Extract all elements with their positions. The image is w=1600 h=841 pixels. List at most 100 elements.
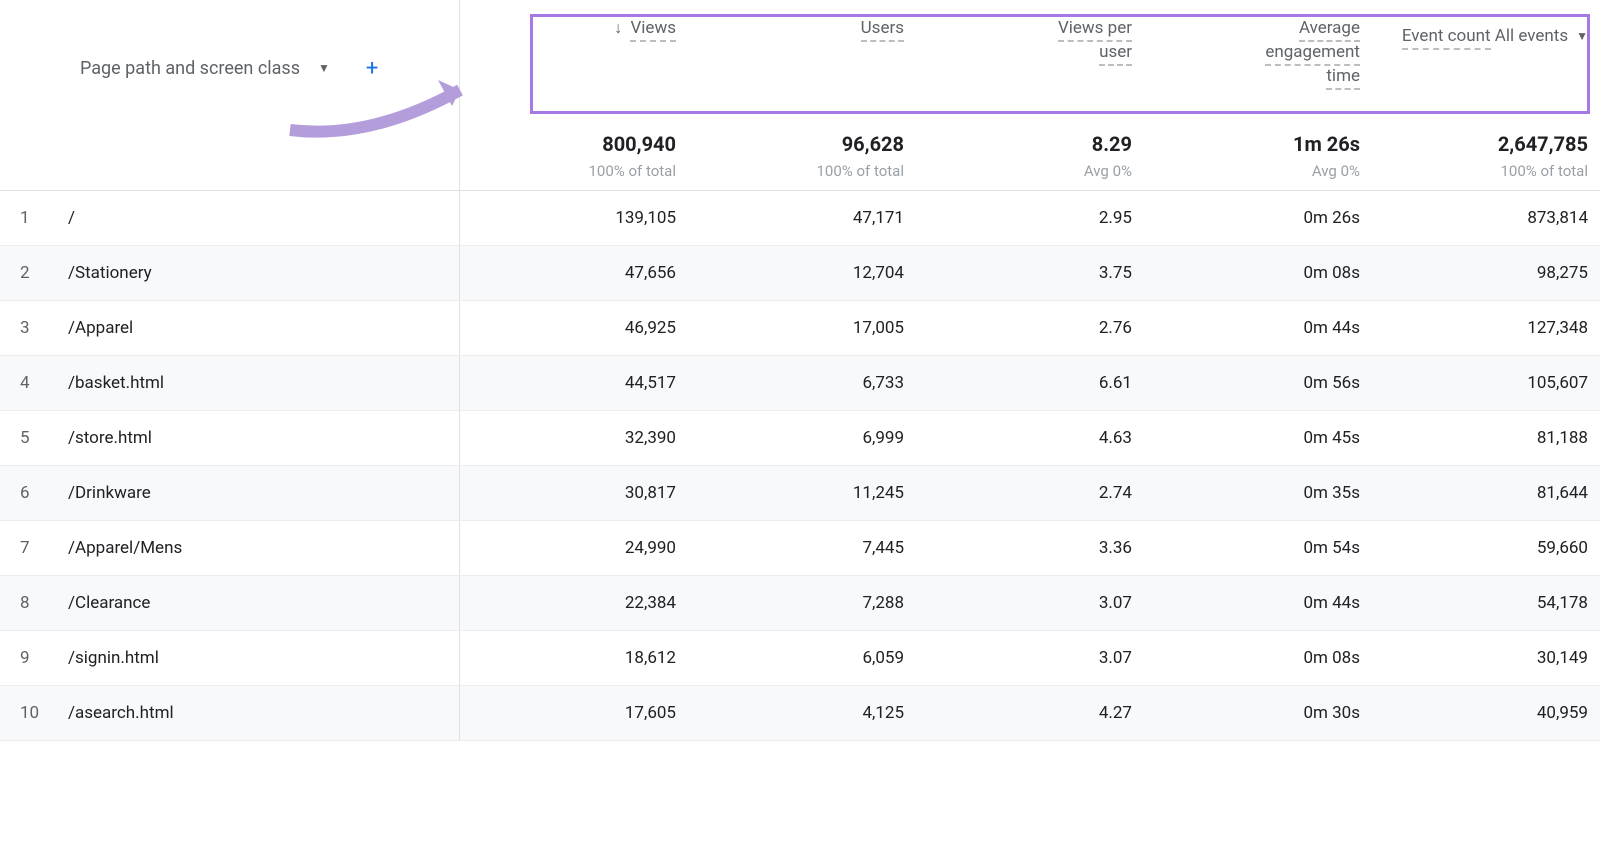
- cell-event-count: 81,644: [1372, 483, 1600, 503]
- row-dimension-value: /store.html: [68, 428, 152, 448]
- cell-event-count: 873,814: [1372, 208, 1600, 228]
- cell-event-count: 59,660: [1372, 538, 1600, 558]
- header-label: engagement: [1265, 42, 1360, 66]
- table-row[interactable]: 5 /store.html 32,390 6,999 4.63 0m 45s 8…: [0, 411, 1600, 466]
- row-index: 3: [20, 318, 68, 338]
- table-row[interactable]: 4 /basket.html 44,517 6,733 6.61 0m 56s …: [0, 356, 1600, 411]
- table-row[interactable]: 1 / 139,105 47,171 2.95 0m 26s 873,814: [0, 191, 1600, 246]
- cell-views-per-user: 2.74: [916, 483, 1144, 503]
- table-row[interactable]: 9 /signin.html 18,612 6,059 3.07 0m 08s …: [0, 631, 1600, 686]
- cell-views-per-user: 3.07: [916, 593, 1144, 613]
- total-event-count: 2,647,785 100% of total: [1372, 132, 1600, 180]
- row-index: 6: [20, 483, 68, 503]
- total-views-per-user: 8.29 Avg 0%: [916, 132, 1144, 180]
- data-rows-container: 1 / 139,105 47,171 2.95 0m 26s 873,814 2…: [0, 191, 1600, 741]
- cell-event-count: 105,607: [1372, 373, 1600, 393]
- cell-views-per-user: 6.61: [916, 373, 1144, 393]
- dropdown-label: All events: [1495, 26, 1568, 46]
- header-label: Average: [1299, 18, 1360, 42]
- row-dimension-value: /: [68, 208, 75, 228]
- row-index: 7: [20, 538, 68, 558]
- event-count-filter-dropdown[interactable]: All events ▼: [1495, 26, 1588, 46]
- row-dimension-value: /Apparel: [68, 318, 133, 338]
- row-index: 2: [20, 263, 68, 283]
- cell-event-count: 54,178: [1372, 593, 1600, 613]
- row-dimension-value: /Stationery: [68, 263, 152, 283]
- cell-avg-engagement: 0m 44s: [1144, 318, 1372, 338]
- column-header-views-per-user[interactable]: Views per user: [916, 18, 1144, 112]
- header-label: Views per: [1058, 18, 1132, 42]
- table-row[interactable]: 2 /Stationery 47,656 12,704 3.75 0m 08s …: [0, 246, 1600, 301]
- dimension-label[interactable]: Page path and screen class: [80, 58, 300, 79]
- cell-views: 24,990: [460, 538, 688, 558]
- chevron-down-icon: ▼: [1576, 29, 1588, 43]
- row-index: 4: [20, 373, 68, 393]
- cell-event-count: 81,188: [1372, 428, 1600, 448]
- header-label: Event count: [1402, 26, 1491, 50]
- cell-views-per-user: 2.95: [916, 208, 1144, 228]
- row-dimension-value: /asearch.html: [68, 703, 174, 723]
- cell-avg-engagement: 0m 54s: [1144, 538, 1372, 558]
- header-label: time: [1326, 66, 1360, 90]
- cell-event-count: 127,348: [1372, 318, 1600, 338]
- cell-users: 6,733: [688, 373, 916, 393]
- column-header-event-count[interactable]: Event count All events ▼: [1372, 18, 1600, 112]
- cell-views-per-user: 2.76: [916, 318, 1144, 338]
- cell-event-count: 98,275: [1372, 263, 1600, 283]
- cell-views-per-user: 4.27: [916, 703, 1144, 723]
- table-row[interactable]: 3 /Apparel 46,925 17,005 2.76 0m 44s 127…: [0, 301, 1600, 356]
- cell-views-per-user: 3.36: [916, 538, 1144, 558]
- cell-views: 22,384: [460, 593, 688, 613]
- column-header-avg-engagement[interactable]: Average engagement time: [1144, 18, 1372, 112]
- cell-users: 11,245: [688, 483, 916, 503]
- row-dimension-value: /Drinkware: [68, 483, 151, 503]
- row-index: 5: [20, 428, 68, 448]
- totals-row: 800,940 100% of total 96,628 100% of tot…: [0, 120, 1600, 191]
- cell-avg-engagement: 0m 56s: [1144, 373, 1372, 393]
- cell-users: 7,445: [688, 538, 916, 558]
- cell-views-per-user: 3.75: [916, 263, 1144, 283]
- row-dimension-value: /signin.html: [68, 648, 159, 668]
- row-dimension-value: /Apparel/Mens: [68, 538, 182, 558]
- cell-users: 7,288: [688, 593, 916, 613]
- table-row[interactable]: 6 /Drinkware 30,817 11,245 2.74 0m 35s 8…: [0, 466, 1600, 521]
- row-index: 10: [20, 703, 68, 723]
- cell-views: 18,612: [460, 648, 688, 668]
- cell-views: 139,105: [460, 208, 688, 228]
- row-index: 1: [20, 208, 68, 228]
- column-header-views[interactable]: ↓ Views: [460, 18, 688, 112]
- cell-users: 47,171: [688, 208, 916, 228]
- cell-users: 6,999: [688, 428, 916, 448]
- cell-avg-engagement: 0m 08s: [1144, 648, 1372, 668]
- total-views: 800,940 100% of total: [460, 132, 688, 180]
- table-row[interactable]: 10 /asearch.html 17,605 4,125 4.27 0m 30…: [0, 686, 1600, 741]
- header-label: user: [1099, 42, 1132, 66]
- row-index: 8: [20, 593, 68, 613]
- cell-users: 6,059: [688, 648, 916, 668]
- cell-event-count: 30,149: [1372, 648, 1600, 668]
- row-index: 9: [20, 648, 68, 668]
- cell-avg-engagement: 0m 44s: [1144, 593, 1372, 613]
- cell-users: 4,125: [688, 703, 916, 723]
- cell-event-count: 40,959: [1372, 703, 1600, 723]
- cell-views: 17,605: [460, 703, 688, 723]
- chevron-down-icon[interactable]: ▼: [318, 61, 330, 75]
- cell-avg-engagement: 0m 26s: [1144, 208, 1372, 228]
- cell-views: 32,390: [460, 428, 688, 448]
- total-users: 96,628 100% of total: [688, 132, 916, 180]
- cell-avg-engagement: 0m 08s: [1144, 263, 1372, 283]
- header-label: Views: [630, 18, 676, 42]
- cell-avg-engagement: 0m 45s: [1144, 428, 1372, 448]
- cell-users: 17,005: [688, 318, 916, 338]
- column-header-users[interactable]: Users: [688, 18, 916, 112]
- cell-views-per-user: 3.07: [916, 648, 1144, 668]
- cell-views: 46,925: [460, 318, 688, 338]
- metrics-header-row: ↓ Views Users Views per user Average eng…: [460, 0, 1600, 120]
- table-row[interactable]: 8 /Clearance 22,384 7,288 3.07 0m 44s 54…: [0, 576, 1600, 631]
- sort-descending-icon: ↓: [614, 18, 622, 37]
- table-row[interactable]: 7 /Apparel/Mens 24,990 7,445 3.36 0m 54s…: [0, 521, 1600, 576]
- add-dimension-button[interactable]: +: [366, 56, 378, 81]
- cell-avg-engagement: 0m 30s: [1144, 703, 1372, 723]
- row-dimension-value: /Clearance: [68, 593, 150, 613]
- header-label: Users: [861, 18, 904, 42]
